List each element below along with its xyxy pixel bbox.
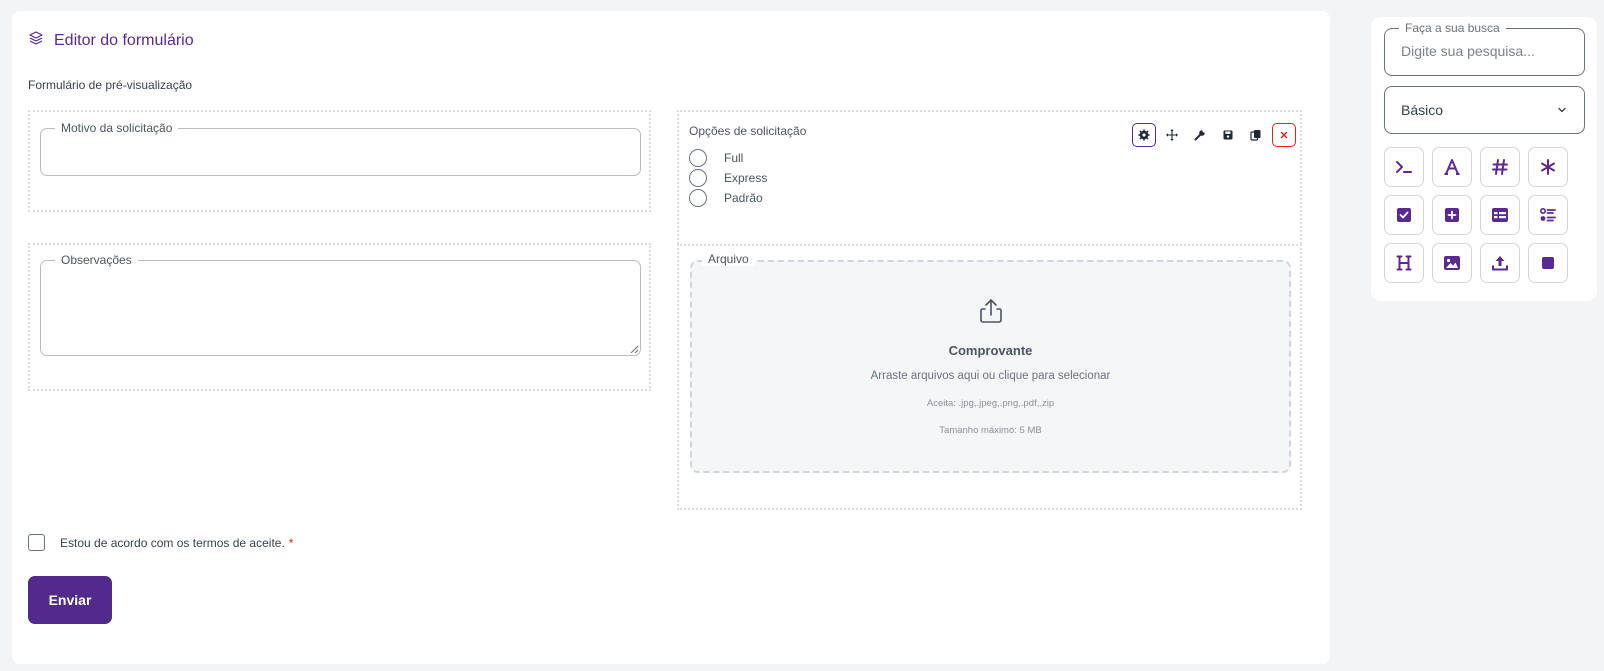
observacoes-textarea[interactable]: Observações [40, 253, 641, 356]
plus-square-icon[interactable] [1432, 195, 1472, 235]
save-icon[interactable] [1216, 123, 1240, 147]
arquivo-label: Arquivo [702, 252, 755, 266]
checkbox-icon[interactable] [1384, 195, 1424, 235]
search-field[interactable]: Faça a sua busca [1384, 21, 1585, 76]
radio-option-padrao[interactable]: Padrão [689, 189, 763, 207]
motivo-label: Motivo da solicitação [55, 121, 179, 135]
options-label: Opções de solicitação [689, 124, 807, 138]
upload-icon[interactable] [1480, 243, 1520, 283]
observacoes-label: Observações [55, 253, 138, 267]
heading-icon[interactable] [1384, 243, 1424, 283]
category-value: Básico [1401, 102, 1444, 118]
radio-label: Full [724, 151, 744, 165]
search-legend: Faça a sua busca [1399, 21, 1506, 35]
radio-label: Padrão [724, 191, 763, 205]
resize-handle-icon[interactable] [630, 345, 638, 353]
editor-header: Editor do formulário [28, 30, 194, 51]
upload-max-size: Tamanho máximo: 5 MB [939, 425, 1042, 436]
upload-description: Arraste arquivos aqui ou clique para sel… [870, 370, 1111, 382]
field-toolbar [1132, 123, 1296, 147]
terms-label: Estou de acordo com os termos de aceite. [60, 535, 285, 550]
terms-checkbox[interactable] [28, 534, 45, 551]
font-icon[interactable] [1432, 147, 1472, 187]
page-title: Editor do formulário [54, 31, 194, 49]
chevron-down-icon [1558, 107, 1566, 113]
components-panel: Faça a sua busca Básico [1371, 17, 1597, 301]
close-icon[interactable] [1272, 123, 1296, 147]
component-grid [1384, 147, 1568, 283]
category-select[interactable]: Básico [1384, 86, 1585, 134]
move-icon[interactable] [1160, 123, 1184, 147]
wrench-icon[interactable] [1188, 123, 1212, 147]
search-input[interactable] [1401, 43, 1571, 59]
file-upload-dropzone[interactable]: Comprovante Arraste arquivos aqui ou cli… [690, 260, 1291, 473]
hash-icon[interactable] [1480, 147, 1520, 187]
radio-option-express[interactable]: Express [689, 169, 767, 187]
submit-button[interactable]: Enviar [28, 576, 112, 624]
upload-cloud-icon [979, 299, 1002, 323]
motivo-field[interactable]: Motivo da solicitação [40, 121, 641, 176]
upload-title: Comprovante [948, 343, 1033, 358]
table-icon[interactable] [1480, 195, 1520, 235]
preview-subtitle: Formulário de pré-visualização [28, 78, 193, 92]
required-mark: * [288, 535, 294, 550]
terms-checkbox-row[interactable]: Estou de acordo com os termos de aceite.… [28, 534, 293, 551]
upload-accepted-types: Aceita: .jpg,.jpeg,.png,.pdf,.zip [926, 398, 1055, 409]
list-icon[interactable] [1528, 195, 1568, 235]
radio-label: Express [724, 171, 768, 185]
image-icon[interactable] [1432, 243, 1472, 283]
layers-icon [28, 30, 44, 51]
terminal-icon[interactable] [1384, 147, 1424, 187]
radio-button[interactable] [689, 149, 707, 167]
square-icon[interactable] [1528, 243, 1568, 283]
radio-button[interactable] [689, 189, 707, 207]
copy-icon[interactable] [1244, 123, 1268, 147]
gear-icon[interactable] [1132, 123, 1156, 147]
radio-button[interactable] [689, 169, 707, 187]
radio-option-full[interactable]: Full [689, 149, 743, 167]
asterisk-icon[interactable] [1528, 147, 1568, 187]
